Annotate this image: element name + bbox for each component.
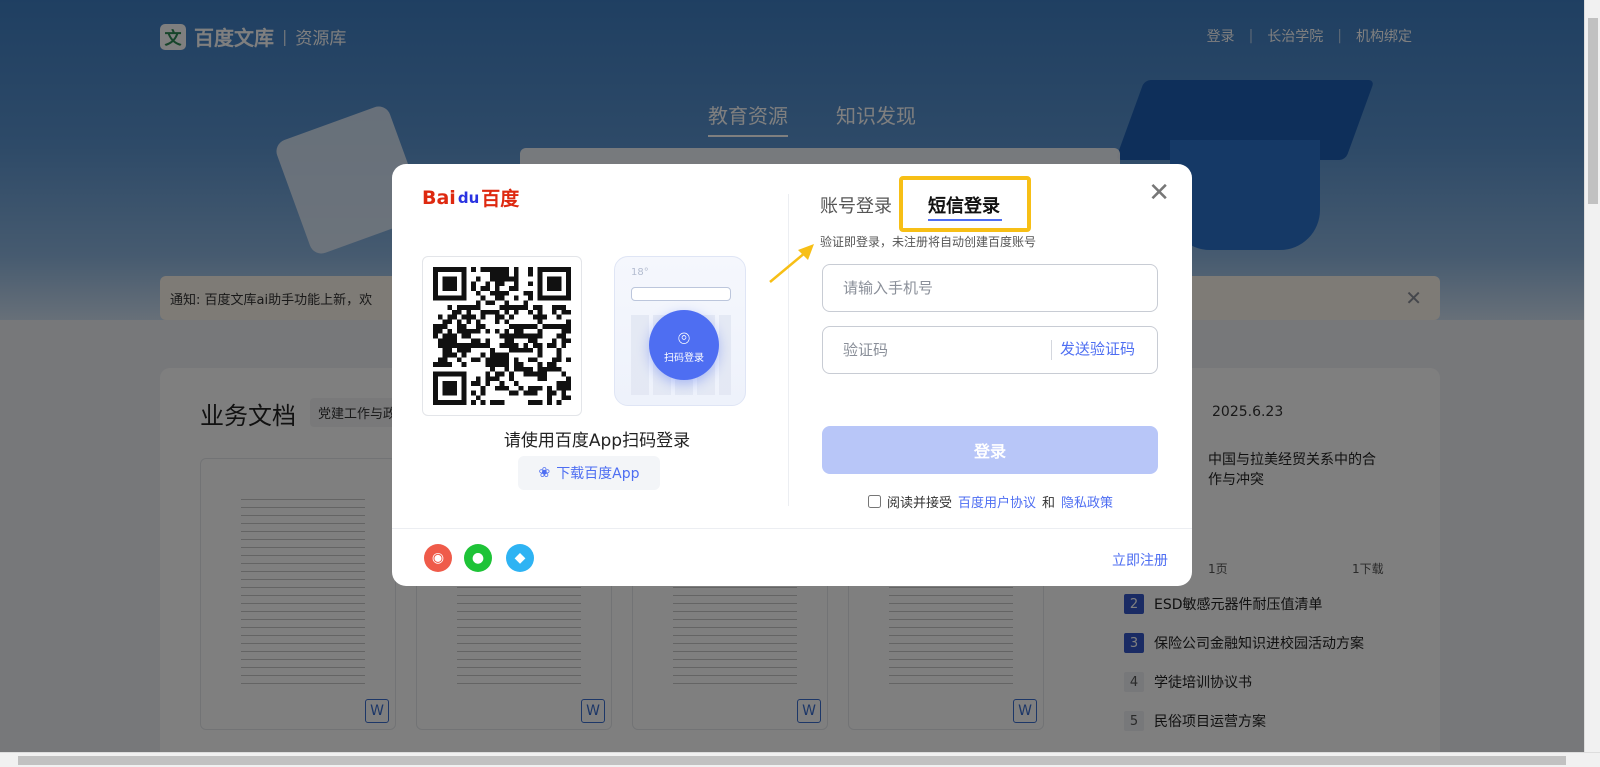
qr-login-tip: 请使用百度App扫码登录 bbox=[503, 431, 691, 451]
code-field-divider bbox=[1051, 340, 1052, 360]
weibo-icon[interactable]: ◉ bbox=[424, 544, 452, 572]
agreement-and: 和 bbox=[1042, 496, 1056, 511]
login-modal: Bai du 百度 18° ⌾ 扫码登录 请使用百度App扫码登录 ❀ 下载百度… bbox=[392, 164, 1192, 586]
tab-sms-login[interactable]: 短信登录 bbox=[928, 192, 1000, 218]
register-link[interactable]: 立即注册 bbox=[1112, 550, 1168, 570]
qq-icon[interactable]: ◆ bbox=[506, 544, 534, 572]
tab-account-login[interactable]: 账号登录 bbox=[820, 192, 892, 218]
baidu-paw-icon: ❀ bbox=[538, 465, 551, 481]
horizontal-scrollbar[interactable] bbox=[0, 752, 1600, 767]
vertical-scrollbar[interactable] bbox=[1584, 0, 1600, 752]
wechat-icon[interactable]: ● bbox=[464, 544, 492, 572]
baidu-logo-cn: 百度 bbox=[481, 188, 520, 210]
baidu-paw-icon: du bbox=[457, 188, 480, 207]
download-app-button[interactable]: ❀ 下载百度App bbox=[518, 456, 660, 490]
sms-login-hint: 验证即登录，未注册将自动创建百度账号 bbox=[820, 235, 1037, 249]
camera-icon: ⌾ bbox=[678, 325, 690, 350]
phone-number-input[interactable] bbox=[822, 264, 1158, 312]
baidu-logo-bai: Bai bbox=[422, 186, 456, 209]
privacy-policy-link[interactable]: 隐私政策 bbox=[1061, 492, 1113, 511]
login-qr-code bbox=[422, 256, 582, 416]
login-button[interactable]: 登录 bbox=[822, 426, 1158, 474]
scan-login-badge: ⌾ 扫码登录 bbox=[649, 310, 719, 380]
close-icon[interactable]: ✕ bbox=[1148, 180, 1170, 206]
qr-code-icon bbox=[433, 267, 571, 405]
agreement-checkbox[interactable] bbox=[868, 495, 881, 508]
phone-temp: 18° bbox=[631, 267, 649, 278]
agreement-prefix: 阅读并接受 bbox=[887, 496, 953, 511]
active-tab-indicator bbox=[928, 219, 1002, 221]
scan-login-label: 扫码登录 bbox=[664, 352, 704, 364]
baidu-logo: Bai du 百度 bbox=[422, 184, 519, 211]
download-app-label: 下载百度App bbox=[556, 466, 640, 482]
modal-footer-divider bbox=[392, 528, 1192, 529]
user-agreement-link[interactable]: 百度用户协议 bbox=[958, 492, 1036, 511]
pointer-arrow-icon bbox=[769, 244, 814, 283]
agreement-row: 阅读并接受 百度用户协议 和 隐私政策 bbox=[868, 492, 1113, 511]
phone-search-bar bbox=[631, 287, 731, 301]
send-code-button[interactable]: 发送验证码 bbox=[1060, 338, 1135, 359]
